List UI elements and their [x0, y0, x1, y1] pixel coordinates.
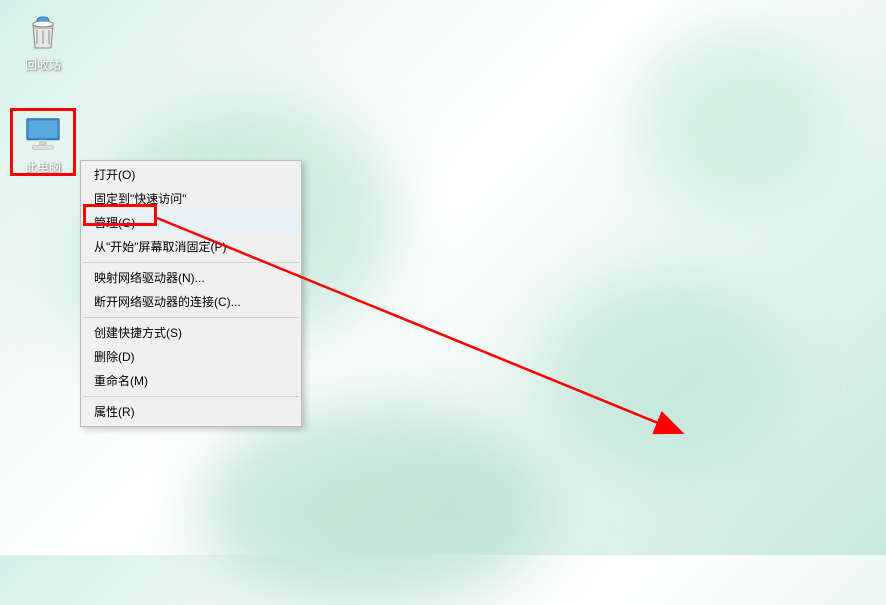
- menu-item-properties[interactable]: 属性(R): [82, 400, 300, 424]
- menu-label: 删除(D): [94, 350, 135, 364]
- menu-label: 固定到"快速访问": [94, 192, 187, 206]
- menu-label: 从"开始"屏幕取消固定(P): [94, 240, 227, 254]
- menu-item-delete[interactable]: 删除(D): [82, 345, 300, 369]
- context-menu: 打开(O) 固定到"快速访问" 管理(G) 从"开始"屏幕取消固定(P) 映射网…: [80, 160, 302, 427]
- recycle-bin-icon: [23, 12, 63, 52]
- menu-label: 映射网络驱动器(N)...: [94, 271, 205, 285]
- menu-separator: [83, 317, 299, 318]
- menu-item-open[interactable]: 打开(O): [82, 163, 300, 187]
- menu-label: 重命名(M): [94, 374, 148, 388]
- this-pc-label: 此电脑: [25, 158, 61, 175]
- menu-item-rename[interactable]: 重命名(M): [82, 369, 300, 393]
- menu-item-manage[interactable]: 管理(G): [82, 211, 300, 235]
- menu-label: 打开(O): [94, 168, 135, 182]
- bg-decoration: [536, 275, 786, 475]
- menu-label: 创建快捷方式(S): [94, 326, 182, 340]
- menu-item-pin-quick-access[interactable]: 固定到"快速访问": [82, 187, 300, 211]
- menu-separator: [83, 396, 299, 397]
- menu-item-disconnect-network-drive[interactable]: 断开网络驱动器的连接(C)...: [82, 290, 300, 314]
- menu-item-unpin-start[interactable]: 从"开始"屏幕取消固定(P): [82, 235, 300, 259]
- menu-separator: [83, 262, 299, 263]
- bg-decoration: [200, 405, 550, 605]
- desktop-icon-this-pc[interactable]: 此电脑: [8, 110, 78, 179]
- desktop-icon-recycle-bin[interactable]: 回收站: [8, 8, 78, 77]
- bg-decoration: [636, 30, 836, 210]
- menu-item-map-network-drive[interactable]: 映射网络驱动器(N)...: [82, 266, 300, 290]
- computer-icon: [23, 114, 63, 154]
- menu-label: 管理(G): [94, 216, 135, 230]
- menu-label: 属性(R): [94, 405, 135, 419]
- recycle-bin-label: 回收站: [25, 56, 61, 73]
- menu-item-create-shortcut[interactable]: 创建快捷方式(S): [82, 321, 300, 345]
- menu-label: 断开网络驱动器的连接(C)...: [94, 295, 241, 309]
